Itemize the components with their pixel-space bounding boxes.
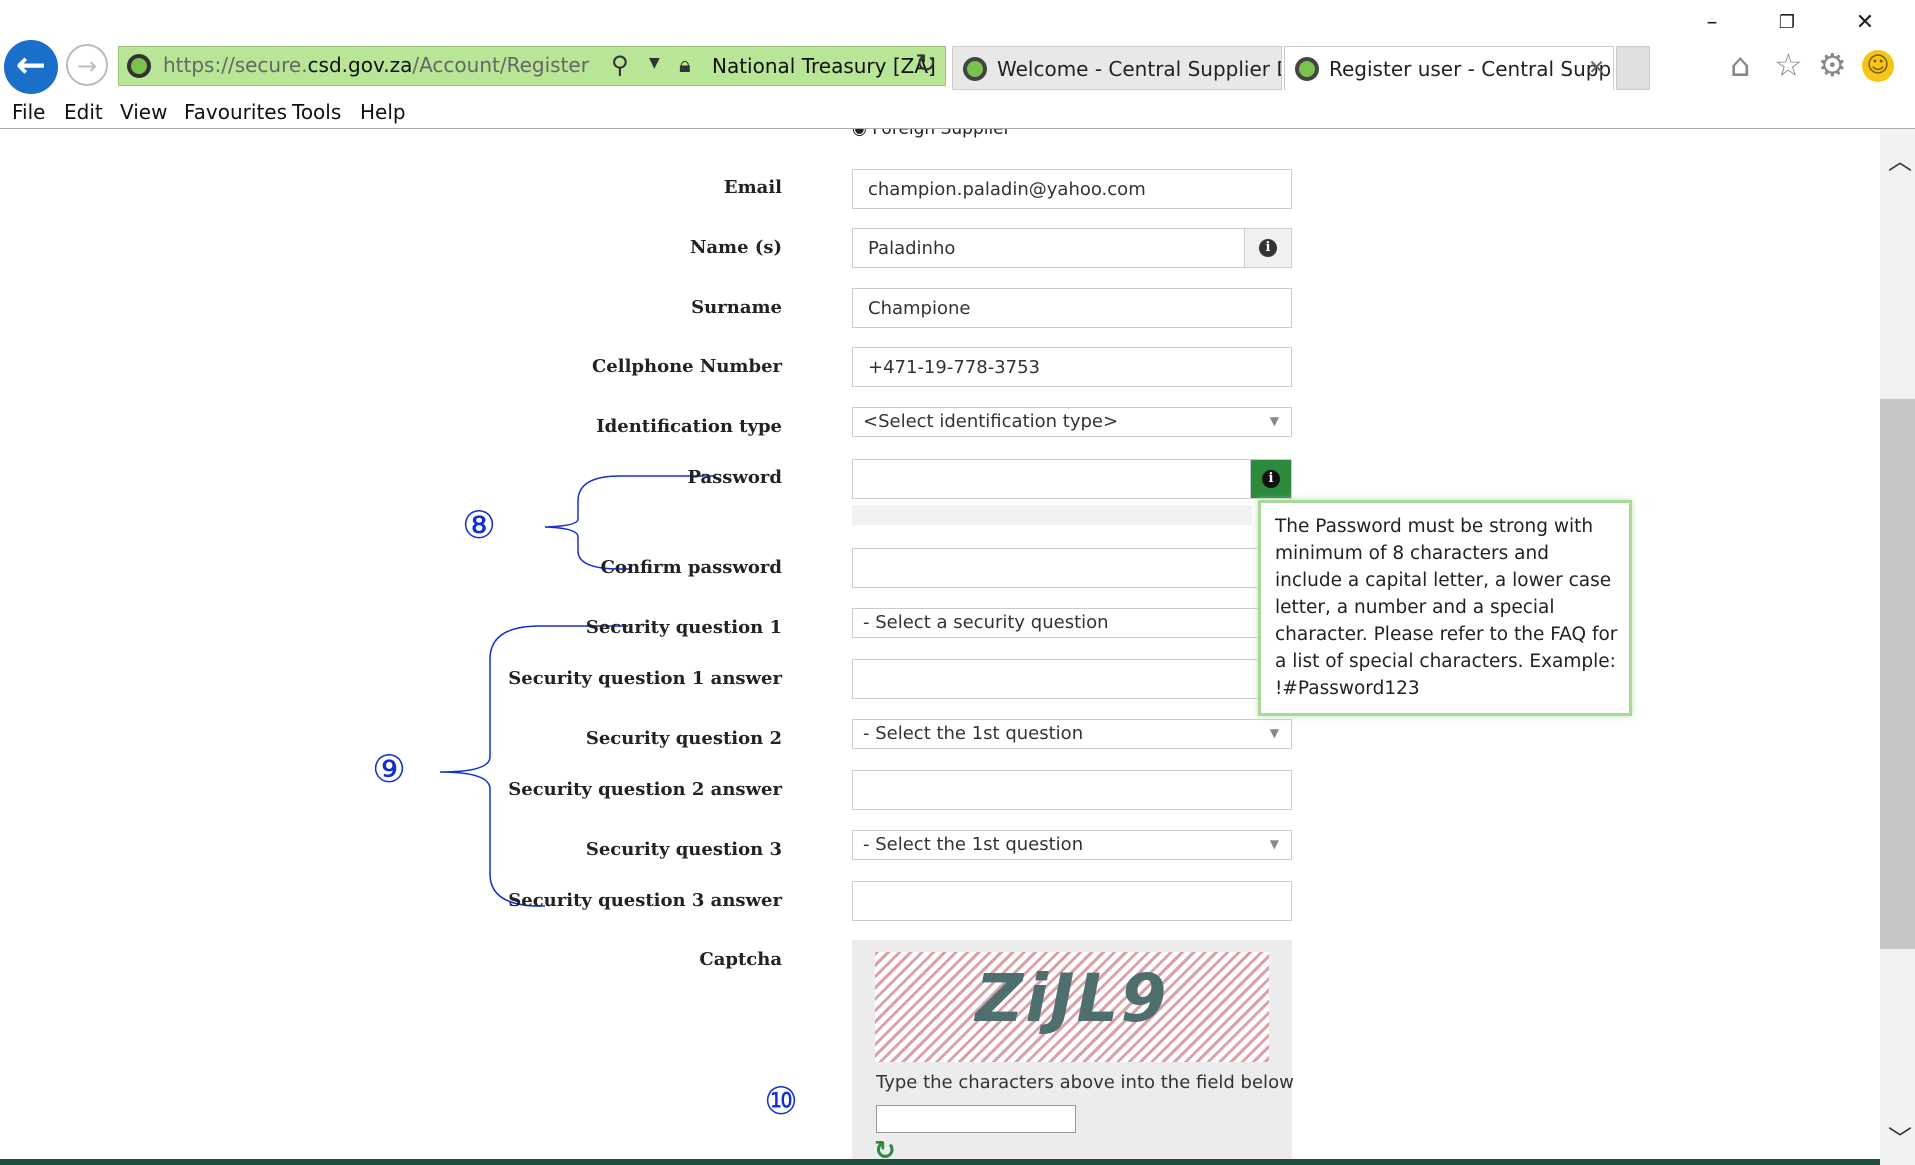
forward-button[interactable]: → [66, 44, 108, 86]
scroll-thumb[interactable] [1880, 399, 1915, 949]
info-icon: i [1262, 470, 1280, 488]
taskbar-edge [0, 1159, 1880, 1165]
password-label: Password [687, 467, 782, 488]
password-strength-bar [852, 505, 1252, 525]
password-info-button[interactable]: i [1250, 460, 1291, 498]
foreign-supplier-label: Foreign Supplier [872, 129, 1011, 139]
names-label: Name (s) [689, 237, 782, 258]
chevron-down-icon: ▼ [1269, 726, 1279, 740]
bracket-password [544, 475, 715, 570]
close-tab-icon[interactable]: ✕ [1588, 55, 1605, 79]
names-value: Paladinho [868, 238, 956, 259]
sq3-select[interactable]: - Select the 1st question ▼ [852, 830, 1292, 860]
url-subdomain: secure. [234, 53, 308, 77]
confirm-password-field[interactable] [852, 548, 1292, 588]
captcha-input[interactable] [876, 1105, 1076, 1133]
sq2-answer-field[interactable] [852, 770, 1292, 810]
star-icon[interactable]: ☆ [1774, 46, 1803, 84]
home-icon[interactable]: ⌂ [1730, 46, 1750, 84]
lock-icon[interactable]: 🔒︎ [679, 53, 691, 78]
cellphone-label: Cellphone Number [591, 356, 782, 377]
menu-view[interactable]: View [120, 100, 167, 124]
sq2-value: - Select the 1st question [863, 723, 1084, 744]
page-content: ◉ Foreign Supplier Email champion.paladi… [0, 129, 1880, 1165]
tab-site-icon [963, 57, 987, 81]
radio-selected-icon: ◉ [852, 129, 867, 139]
search-icon[interactable]: ⚲ [611, 51, 629, 79]
sq1-answer-field[interactable] [852, 659, 1292, 699]
back-arrow-icon: ← [15, 45, 47, 86]
forward-arrow-icon: → [76, 52, 98, 80]
foreign-supplier-radio[interactable]: ◉ Foreign Supplier [852, 129, 1011, 139]
url-text[interactable]: https://secure.csd.gov.za/Account/Regist… [163, 53, 589, 77]
url-scheme: https:// [163, 53, 235, 77]
captcha-hint: Type the characters above into the field… [876, 1072, 1294, 1093]
annotation-8: ⑧ [462, 503, 497, 547]
menu-favourites[interactable]: Favourites [184, 100, 287, 124]
tab-label: Register user - Central Supp... [1329, 57, 1614, 81]
email-field[interactable]: champion.paladin@yahoo.com [852, 169, 1292, 209]
menu-file[interactable]: File [12, 100, 45, 124]
gear-icon[interactable]: ⚙ [1818, 46, 1847, 84]
surname-label: Surname [691, 297, 782, 318]
annotation-10: ⑩ [764, 1079, 799, 1123]
tab-register-user[interactable]: Register user - Central Supp... ✕ [1284, 46, 1614, 90]
menu-bar: File Edit View Favourites Tools Help [0, 94, 1915, 129]
annotation-9: ⑨ [372, 747, 407, 791]
sq2-label: Security question 2 [585, 728, 782, 749]
sq2-answer-label: Security question 2 answer [508, 779, 782, 800]
site-icon [127, 54, 151, 78]
id-type-label: Identification type [596, 416, 782, 437]
cellphone-field[interactable]: +471-19-778-3753 [852, 347, 1292, 387]
back-button[interactable]: ← [4, 40, 58, 94]
sq3-label: Security question 3 [585, 839, 782, 860]
chevron-down-icon: ▼ [1269, 837, 1279, 851]
url-host: csd.gov.za [307, 53, 413, 77]
names-field[interactable]: Paladinho i [852, 228, 1292, 268]
restore-button[interactable]: ❐ [1765, 8, 1809, 38]
surname-field[interactable]: Champione [852, 288, 1292, 328]
chevron-down-icon[interactable]: ▼ [649, 55, 660, 71]
captcha-panel: ZiJL9 Type the characters above into the… [852, 940, 1294, 1165]
email-label: Email [723, 177, 782, 198]
url-path: /Account/Register [412, 53, 589, 77]
certificate-label[interactable]: National Treasury [ZA] [712, 54, 936, 78]
minimize-button[interactable]: – [1690, 8, 1734, 38]
captcha-label: Captcha [699, 949, 782, 970]
sq1-label: Security question 1 [585, 617, 782, 638]
password-tooltip: The Password must be strong with minimum… [1258, 500, 1632, 716]
tab-site-icon [1295, 57, 1319, 81]
new-tab-button[interactable] [1616, 46, 1650, 90]
sq1-select[interactable]: - Select a security question [852, 608, 1292, 638]
refresh-icon[interactable]: ↻ [915, 49, 937, 79]
names-info-button[interactable]: i [1244, 229, 1291, 267]
menu-help[interactable]: Help [360, 100, 406, 124]
sq3-value: - Select the 1st question [863, 834, 1084, 855]
scroll-down-icon[interactable]: ﹀ [1888, 1119, 1912, 1154]
captcha-code: ZiJL9 [975, 960, 1169, 1037]
id-type-value: <Select identification type> [863, 411, 1119, 432]
captcha-image: ZiJL9 [875, 952, 1269, 1062]
id-type-select[interactable]: <Select identification type> ▼ [852, 407, 1292, 437]
close-window-button[interactable]: ✕ [1843, 8, 1887, 38]
sq3-answer-label: Security question 3 answer [508, 890, 782, 911]
sq3-answer-field[interactable] [852, 881, 1292, 921]
sq2-select[interactable]: - Select the 1st question ▼ [852, 719, 1292, 749]
scroll-up-icon[interactable]: ︿ [1888, 141, 1912, 176]
password-field[interactable]: i [852, 459, 1292, 499]
confirm-password-label: Confirm password [600, 557, 782, 578]
feedback-smiley-icon[interactable]: ☺ [1862, 50, 1894, 82]
address-bar[interactable]: https://secure.csd.gov.za/Account/Regist… [118, 46, 946, 86]
sq1-answer-label: Security question 1 answer [508, 668, 782, 689]
menu-tools[interactable]: Tools [292, 100, 341, 124]
tab-welcome[interactable]: Welcome - Central Supplier Da... [952, 46, 1282, 90]
chevron-down-icon: ▼ [1269, 414, 1279, 428]
menu-edit[interactable]: Edit [64, 100, 103, 124]
tab-label: Welcome - Central Supplier Da... [997, 57, 1281, 81]
info-icon: i [1259, 239, 1277, 257]
vertical-scrollbar[interactable]: ︿ ﹀ [1880, 129, 1915, 1165]
sq1-value: - Select a security question [863, 612, 1109, 633]
